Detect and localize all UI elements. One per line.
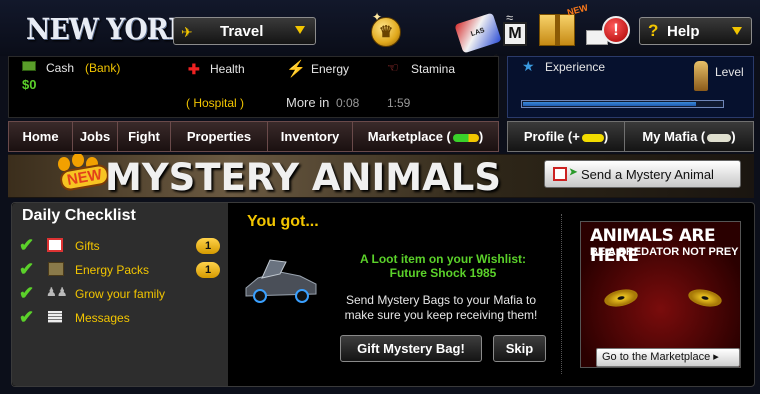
energy-pack-icon <box>48 262 64 276</box>
message-icon <box>48 311 62 323</box>
hospital-link[interactable]: ( Hospital ) <box>186 96 244 110</box>
nav-profile-label: Profile (+ <box>523 129 580 144</box>
nav-profile[interactable]: Profile (+) <box>508 122 625 151</box>
banner-title: MYSTERY ANIMALS <box>105 156 501 199</box>
health-cross-icon: ✚ <box>188 61 200 77</box>
loot-line-1: A Loot item on your Wishlist: <box>359 252 527 266</box>
nav-marketplace-label: Marketplace ( <box>367 129 451 144</box>
go-to-marketplace-button[interactable]: Go to the Marketplace ▸ <box>596 348 740 367</box>
skip-button[interactable]: Skip <box>493 335 546 362</box>
bank-link[interactable]: (Bank) <box>85 61 120 75</box>
checkmark-icon: ✔ <box>19 283 35 303</box>
chevron-down-icon <box>295 26 305 34</box>
gift-box-icon[interactable] <box>539 14 575 46</box>
bullet-icon <box>694 61 708 91</box>
cash-icon <box>22 61 36 71</box>
checkmark-icon: ✔ <box>19 307 35 327</box>
main-nav: Home Jobs Fight Properties Inventory Mar… <box>8 121 499 152</box>
ad-subtitle: BE A PREDATOR NOT PREY <box>590 246 739 258</box>
checklist-item-gifts[interactable]: Gifts <box>75 239 100 253</box>
loot-item-name: Future Shock 1985 <box>389 266 497 280</box>
marketplace-indicator-icon <box>452 133 479 142</box>
nav-properties[interactable]: Properties <box>171 122 268 151</box>
you-got-heading: You got... <box>247 213 319 230</box>
checklist-title: Daily Checklist <box>22 207 136 224</box>
gifts-count-badge: 1 <box>196 238 220 254</box>
star-icon: ★ <box>522 58 535 74</box>
nav-jobs[interactable]: Jobs <box>73 122 118 151</box>
arrow-right-icon: ➤ <box>569 167 578 178</box>
gift-icon <box>47 238 63 252</box>
send-bags-text-2: make sure you keep receiving them! <box>344 308 538 322</box>
checklist-item-energy-packs[interactable]: Energy Packs <box>75 263 149 277</box>
energy-timer: 0:08 <box>336 96 360 110</box>
profile-points-icon <box>581 133 604 142</box>
more-in-label: More in <box>286 95 330 110</box>
secondary-nav: Profile (+) My Mafia () <box>507 121 754 152</box>
experience-label: Experience <box>545 60 606 74</box>
cash-label: Cash <box>46 61 75 75</box>
experience-bar-fill <box>523 102 696 106</box>
airplane-icon: ✈ <box>181 24 193 40</box>
godfather-coin-icon[interactable]: ♛ <box>371 17 401 47</box>
checklist-item-messages[interactable]: Messages <box>75 311 130 325</box>
nav-inventory[interactable]: Inventory <box>268 122 353 151</box>
travel-label: Travel <box>220 23 264 40</box>
chevron-down-icon <box>732 27 742 35</box>
mafia-count-icon <box>707 133 732 142</box>
gun-icon: ☜ <box>387 60 399 75</box>
checkmark-icon: ✔ <box>19 235 35 255</box>
help-label: Help <box>667 23 700 40</box>
checklist-item-grow-family[interactable]: Grow your family <box>75 287 165 301</box>
question-mark-icon: ? <box>648 21 659 40</box>
nav-my-mafia[interactable]: My Mafia () <box>625 122 753 151</box>
travel-button[interactable]: ✈ Travel <box>173 17 316 45</box>
future-shock-car-icon <box>245 259 317 303</box>
energy-label: Energy <box>311 62 350 76</box>
experience-bar <box>521 100 724 108</box>
divider <box>561 214 562 374</box>
health-label: Health <box>210 62 245 76</box>
stamina-timer: 1:59 <box>387 96 411 110</box>
nav-my-mafia-label: My Mafia ( <box>642 129 706 144</box>
gift-mystery-bag-button[interactable]: Gift Mystery Bag! <box>340 335 482 362</box>
city-logo: NEW YORK <box>26 12 191 46</box>
mafia-m-badge[interactable]: M <box>503 22 527 46</box>
family-icon: ♟♟ <box>46 285 68 299</box>
nav-home[interactable]: Home <box>9 122 73 151</box>
stamina-label: Stamina <box>411 62 456 76</box>
cash-value: $0 <box>22 77 37 92</box>
level-label: Level <box>715 65 744 79</box>
lightning-icon: ⚡ <box>286 61 306 78</box>
alert-icon[interactable]: ! <box>602 16 630 44</box>
energy-packs-count-badge: 1 <box>196 262 220 278</box>
nav-inventory-label: Inventory <box>280 129 340 144</box>
gift-icon <box>553 167 567 181</box>
checkmark-icon: ✔ <box>19 259 35 279</box>
send-mystery-animal-label: Send a Mystery Animal <box>581 167 714 182</box>
send-bags-text-1: Send Mystery Bags to your Mafia to <box>345 293 537 307</box>
send-mystery-animal-button[interactable]: ➤ Send a Mystery Animal <box>544 160 741 188</box>
nav-marketplace[interactable]: Marketplace () <box>353 122 498 151</box>
help-button[interactable]: ? Help <box>639 17 752 45</box>
nav-fight[interactable]: Fight <box>118 122 171 151</box>
